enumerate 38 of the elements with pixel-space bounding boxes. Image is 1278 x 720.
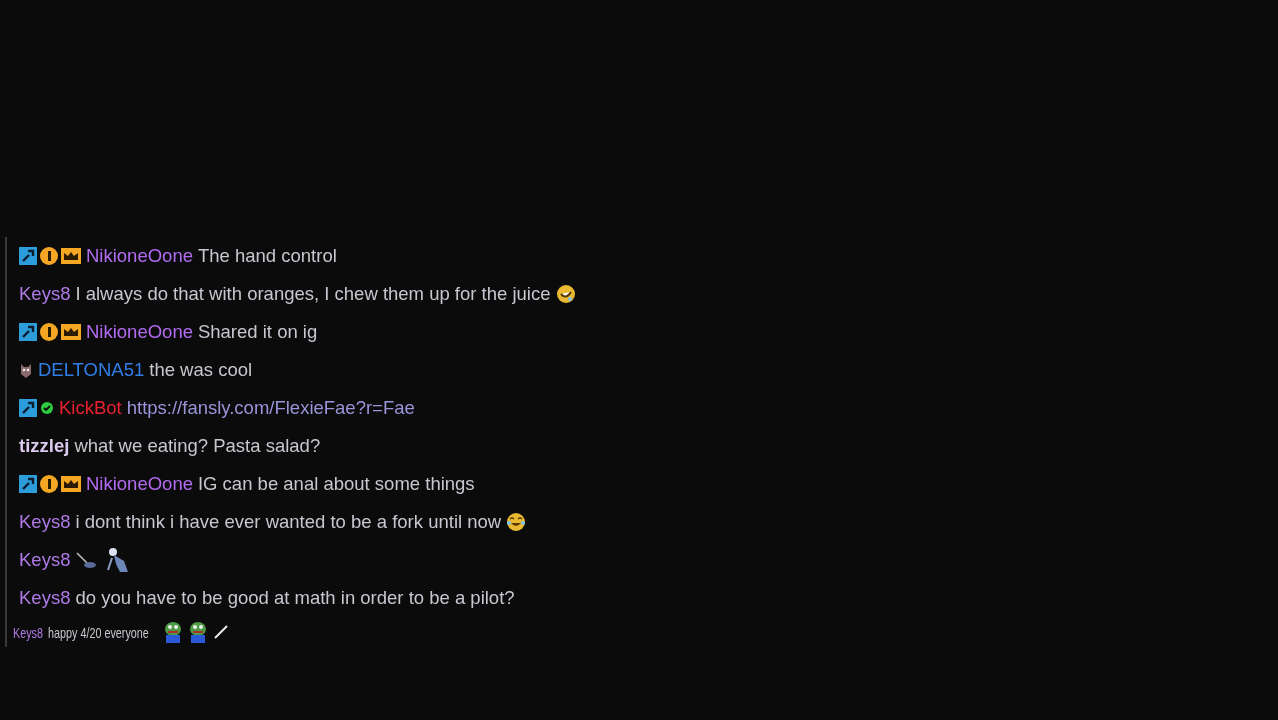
frog-emote-icon: [162, 621, 183, 643]
chat-message: happy 4/20 everyone: [47, 623, 149, 641]
chat-message: I always do that with oranges, I chew them up for the juice: [75, 283, 551, 305]
chat-username[interactable]: NikioneOone: [86, 473, 193, 495]
chat-link[interactable]: https://fansly.com/FlexieFae?r=Fae: [126, 397, 415, 419]
laughing-emoji-icon: [555, 284, 576, 304]
chat-username[interactable]: NikioneOone: [86, 321, 193, 343]
chat-message: Shared it on ig: [197, 321, 318, 343]
chat-username[interactable]: tizzlej: [19, 435, 70, 457]
crown-badge-icon: [61, 324, 81, 340]
sword-badge-icon: [19, 247, 37, 265]
crown-badge-icon: [61, 476, 81, 492]
check-badge-icon: [40, 401, 54, 415]
chat-username[interactable]: NikioneOone: [86, 245, 193, 267]
sword-badge-icon: [19, 399, 37, 417]
coin-badge-icon: [40, 247, 58, 265]
chat-username[interactable]: KickBot: [59, 397, 122, 419]
sword-badge-icon: [19, 323, 37, 341]
mask-badge-icon: [19, 362, 33, 378]
chat-message: do you have to be good at math in order to be a pilot?: [75, 587, 515, 609]
chat-username[interactable]: Keys8: [19, 549, 71, 571]
frog-emote-icon: [187, 621, 208, 643]
chat-message: IG can be anal about some things: [197, 473, 475, 495]
chat-username[interactable]: Keys8: [19, 283, 71, 305]
sword-badge-icon: [19, 475, 37, 493]
chat-message: what we eating? Pasta salad?: [74, 435, 321, 457]
chat-username[interactable]: Keys8: [19, 587, 71, 609]
chat-message: The hand control: [197, 245, 337, 267]
chat-message: the was cool: [149, 359, 253, 381]
chat-username[interactable]: DELTONA51: [38, 359, 145, 381]
chat-username[interactable]: Keys8: [19, 511, 71, 533]
wand-emote-icon: [212, 624, 229, 640]
crown-badge-icon: [61, 248, 81, 264]
coin-badge-icon: [40, 323, 58, 341]
laughing-emoji-icon: [506, 512, 527, 532]
chat-message: i dont think i have ever wanted to be a fork until now: [75, 511, 502, 533]
coin-badge-icon: [40, 475, 58, 493]
chat-username[interactable]: Keys8: [13, 623, 44, 641]
